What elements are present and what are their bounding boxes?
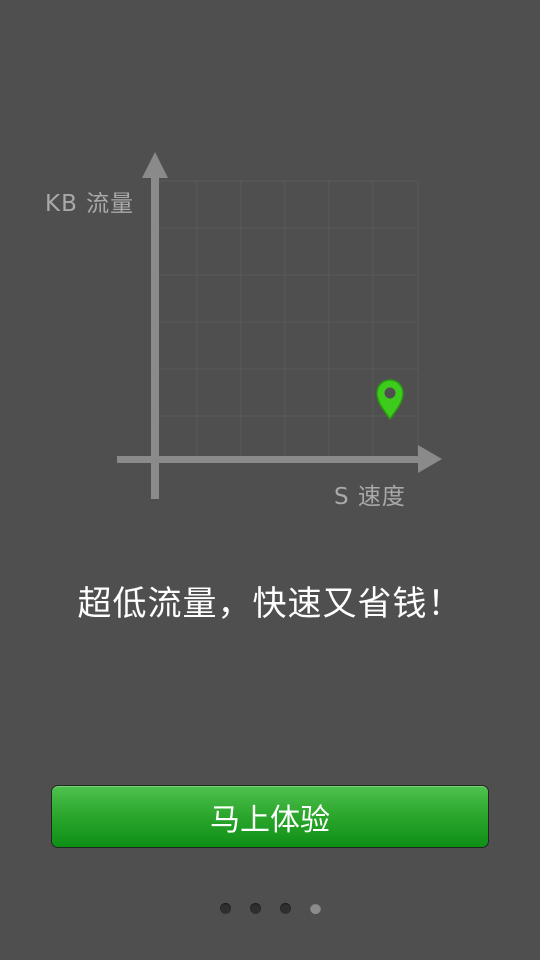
speed-traffic-diagram [117, 152, 442, 499]
page-dot-3[interactable] [279, 903, 291, 914]
diagram-grid [155, 180, 419, 459]
y-axis [142, 152, 168, 499]
x-axis [117, 445, 442, 473]
page-dot-4-active[interactable] [309, 903, 321, 914]
page-dot-1[interactable] [219, 903, 231, 914]
y-axis-label: KB 流量 [45, 191, 135, 217]
page-dot-2[interactable] [249, 903, 261, 914]
feature-tagline: 超低流量，快速又省钱！ [77, 584, 463, 624]
page-indicator [0, 903, 540, 914]
map-pin-icon [376, 379, 404, 421]
x-axis-label: S 速度 [334, 484, 406, 510]
try-now-button[interactable]: 马上体验 [51, 785, 489, 848]
